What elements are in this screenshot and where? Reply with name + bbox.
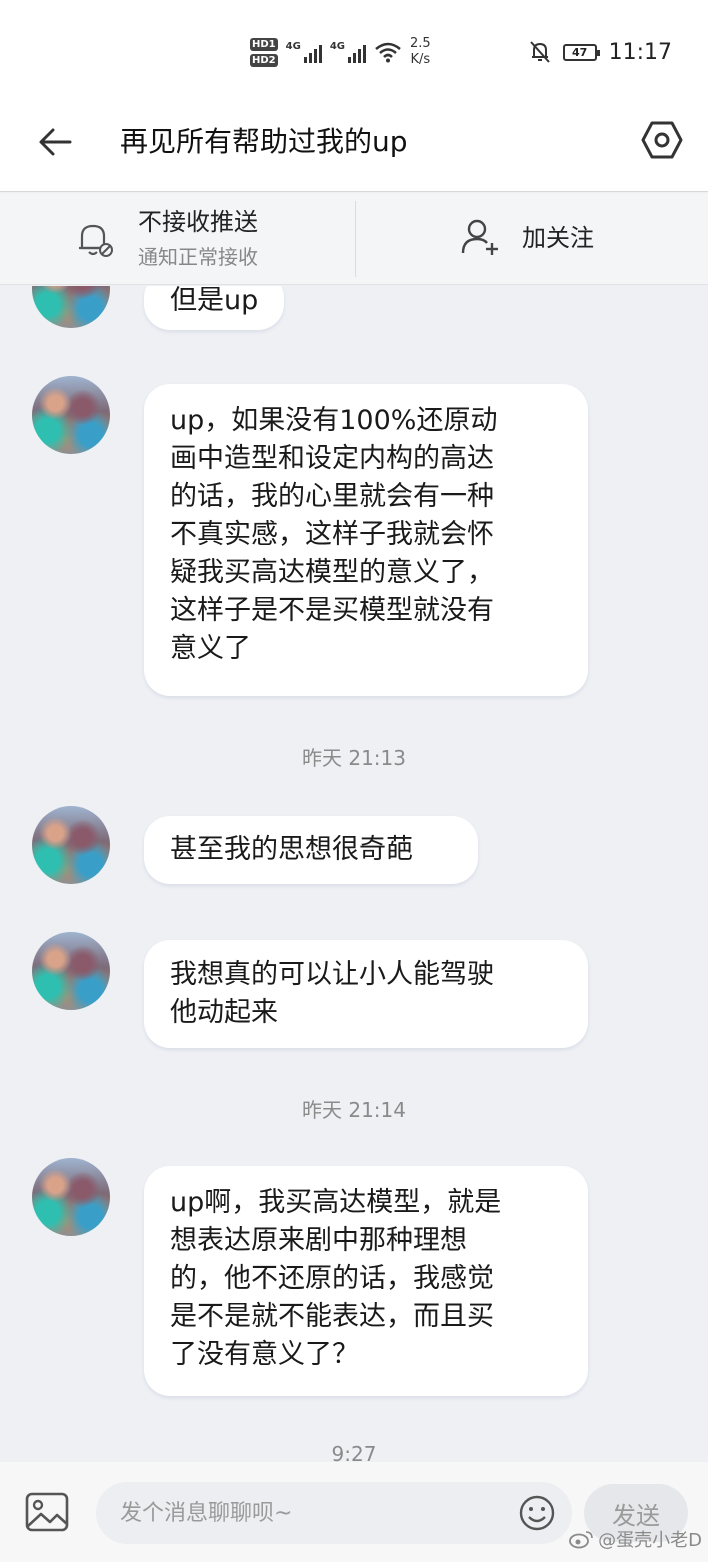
watermark-text: @蛋壳小老D xyxy=(598,1530,702,1551)
avatar[interactable] xyxy=(32,286,110,328)
avatar[interactable] xyxy=(32,1158,110,1236)
message-bubble: up啊，我买高达模型，就是 想表达原来剧中那种理想 的，他不还原的话，我感觉 是… xyxy=(144,1166,588,1396)
network-type-label: 4G xyxy=(285,41,301,52)
watermark: @蛋壳小老D xyxy=(568,1526,702,1552)
page-title: 再见所有帮助过我的up xyxy=(120,125,408,158)
chat-message-list[interactable]: 但是up up，如果没有100%还原动 画中造型和设定内构的高达 的话，我的心里… xyxy=(0,286,708,1462)
status-bar: HD1 HD2 4G 4G 2.5 K/s 47 11:17 xyxy=(0,0,708,100)
wifi-icon xyxy=(375,42,401,63)
network-speed-unit: K/s xyxy=(410,52,431,67)
network-speed: 2.5 K/s xyxy=(410,36,431,68)
avatar[interactable] xyxy=(32,376,110,454)
subscription-bar: 不接收推送 通知正常接收 加关注 xyxy=(0,193,708,285)
message-bubble: up，如果没有100%还原动 画中造型和设定内构的高达 的话，我的心里就会有一种… xyxy=(144,384,588,696)
message-input[interactable] xyxy=(96,1482,572,1544)
message-bubble: 但是up xyxy=(144,286,285,330)
signal-icon: 4G xyxy=(286,41,322,63)
status-right-group: 47 11:17 xyxy=(529,30,672,74)
settings-hexagon-icon[interactable] xyxy=(640,118,684,162)
timestamp: 9:27 xyxy=(331,1442,377,1462)
hd-indicators: HD1 HD2 xyxy=(250,37,278,67)
push-sublabel: 通知正常接收 xyxy=(138,245,258,269)
mute-bell-icon xyxy=(529,41,550,63)
back-arrow-icon[interactable] xyxy=(36,122,76,162)
status-network-group: HD1 HD2 4G 4G 2.5 K/s xyxy=(250,30,431,74)
push-setting-button[interactable]: 不接收推送 通知正常接收 xyxy=(0,193,355,285)
image-picker-icon[interactable] xyxy=(24,1490,70,1534)
follow-button[interactable]: 加关注 xyxy=(356,193,708,285)
push-label: 不接收推送 xyxy=(138,208,258,236)
message-bubble: 我想真的可以让小人能驾驶 他动起来 xyxy=(144,940,588,1048)
avatar[interactable] xyxy=(32,932,110,1010)
battery-indicator: 47 xyxy=(562,43,600,61)
chat-header: 再见所有帮助过我的up xyxy=(0,100,708,192)
follow-label: 加关注 xyxy=(522,224,594,252)
network-speed-value: 2.5 xyxy=(409,36,431,51)
emoji-icon[interactable] xyxy=(518,1494,556,1532)
avatar[interactable] xyxy=(32,806,110,884)
signal-icon: 4G xyxy=(330,41,366,63)
timestamp: 昨天 21:13 xyxy=(302,746,406,770)
hd-indicator: HD1 xyxy=(250,37,278,51)
message-input-bar: 发送 @蛋壳小老D xyxy=(0,1462,708,1562)
status-time: 11:17 xyxy=(608,39,672,65)
hd-indicator: HD2 xyxy=(250,53,278,67)
weibo-logo-icon xyxy=(569,1531,593,1549)
timestamp: 昨天 21:14 xyxy=(302,1098,406,1122)
network-type-label: 4G xyxy=(329,41,345,52)
message-bubble: 甚至我的思想很奇葩 xyxy=(144,816,478,884)
add-user-icon xyxy=(461,219,498,255)
bell-off-icon xyxy=(79,224,113,257)
